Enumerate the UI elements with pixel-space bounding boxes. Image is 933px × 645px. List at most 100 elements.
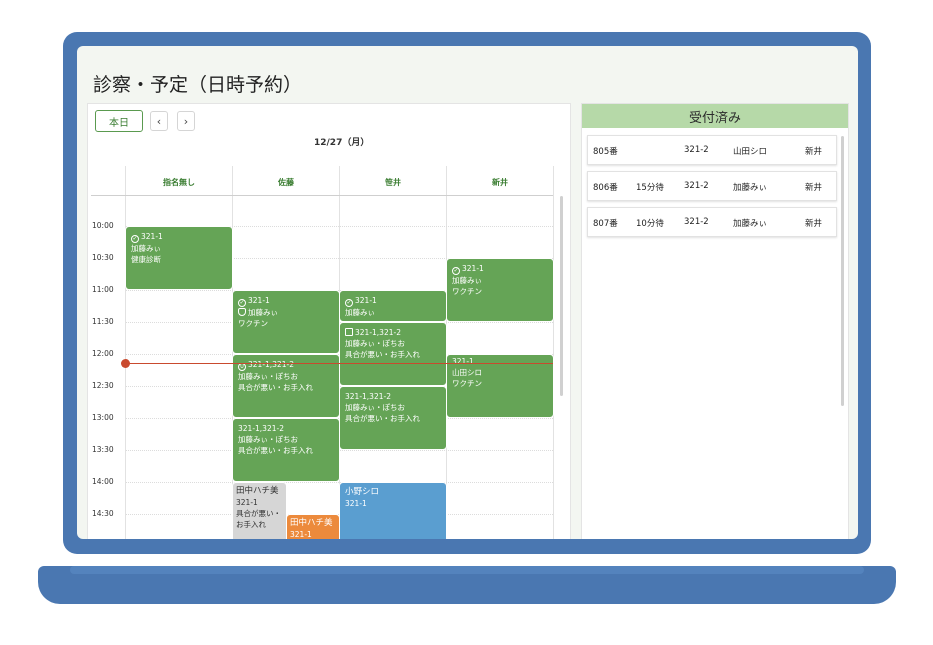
check-circle-icon: ✓ <box>345 299 353 307</box>
check-circle-icon: ✓ <box>131 235 139 243</box>
time-label: 11:30 <box>92 317 114 326</box>
time-label: 10:00 <box>92 221 114 230</box>
patient-id: 321-2 <box>684 145 709 155</box>
column-header-sato[interactable]: 佐藤 <box>233 169 339 195</box>
event-line: 具合が悪い・お手入れ <box>238 446 313 455</box>
reception-header: 受付済み <box>582 104 848 128</box>
event-line: 小野シロ <box>345 487 380 497</box>
time-label: 13:00 <box>92 413 114 422</box>
doctor-name: 新井 <box>805 147 823 157</box>
event-line: ワクチン <box>452 379 482 388</box>
event-line: 具合が悪い・お手入れ <box>345 414 420 423</box>
event-line: 321-1 <box>355 296 377 305</box>
patient-name: 加藤みぃ <box>733 219 768 229</box>
column-header-unassigned[interactable]: 指名無し <box>126 169 232 195</box>
time-label: 12:30 <box>92 381 114 390</box>
appointment-card[interactable]: ✓ 321-1 加藤みぃ 健康診断 <box>125 226 233 290</box>
page-title: 診察・予定（日時予約） <box>93 74 303 96</box>
event-line: 321-1,321-2 <box>248 360 294 369</box>
window-dots: · · · <box>98 46 119 51</box>
event-line: 321-1 <box>236 498 258 507</box>
next-day-button[interactable]: › <box>177 111 195 131</box>
event-line: 321-1 <box>452 357 474 366</box>
reception-scrollbar[interactable] <box>841 136 844 406</box>
column-divider <box>125 166 126 539</box>
queue-number: 806番 <box>593 183 618 193</box>
event-line: 321-1,321-2 <box>238 424 284 433</box>
calendar-scrollbar[interactable] <box>560 196 563 396</box>
app-screen: · · · 診察・予定（日時予約） 本日 ‹ › 12/27（月） 指名無し 佐… <box>77 46 858 539</box>
appointment-card[interactable]: ✓ 321-1 加藤みぃ ワクチン <box>232 290 340 354</box>
appointment-card[interactable]: 小野シロ 321-1 <box>339 482 447 539</box>
event-line: 加藤みぃ・ぽちお <box>238 372 298 381</box>
wait-time: 10分待 <box>636 219 664 229</box>
event-line: ワクチン <box>452 287 482 296</box>
event-line: 加藤みぃ <box>131 244 161 253</box>
appointment-card[interactable]: 田中ハチ美 321-1 <box>286 514 340 539</box>
check-circle-icon: ✓ <box>452 267 460 275</box>
event-line: 健康診断 <box>131 255 161 264</box>
appointment-card[interactable]: ✓ 321-1 加藤みぃ ワクチン <box>446 258 554 322</box>
event-line: 321-1 <box>141 232 163 241</box>
event-line: 加藤みぃ・ぽちお <box>345 403 405 412</box>
event-line: 山田シロ <box>452 368 482 377</box>
time-label: 13:30 <box>92 445 114 454</box>
appointment-card[interactable]: 田中ハチ美 321-1 具合が悪い・ お手入れ <box>232 482 287 539</box>
time-label: 10:30 <box>92 253 114 262</box>
column-header-sasai[interactable]: 笹井 <box>340 169 446 195</box>
header-divider <box>91 195 553 196</box>
time-label: 11:00 <box>92 285 114 294</box>
event-line: 加藤みぃ・ぽちお <box>238 435 298 444</box>
column-header-arai[interactable]: 新井 <box>447 169 553 195</box>
prev-day-button[interactable]: ‹ <box>150 111 168 131</box>
event-line: 321-1,321-2 <box>355 328 401 337</box>
time-label: 14:00 <box>92 477 114 486</box>
reception-row[interactable]: 806番 15分待 321-2 加藤みぃ 新井 <box>587 171 837 201</box>
queue-number: 807番 <box>593 219 618 229</box>
event-line: 具合が悪い・お手入れ <box>345 350 420 359</box>
event-line: 321-1 <box>290 530 312 539</box>
event-line: 田中ハチ美 <box>236 486 279 496</box>
patient-name: 山田シロ <box>733 147 768 157</box>
event-line: 具合が悪い・ <box>236 509 281 518</box>
event-line: 具合が悪い・お手入れ <box>238 383 313 392</box>
event-line: 321-1 <box>345 499 367 508</box>
check-circle-icon: ✓ <box>238 299 246 307</box>
appointment-card[interactable]: ✓ 321-1 加藤みぃ <box>339 290 447 322</box>
appointment-card[interactable]: 321-1,321-2 加藤みぃ・ぽちお 具合が悪い・お手入れ <box>339 322 447 386</box>
calendar-panel: 本日 ‹ › 12/27（月） 指名無し 佐藤 笹井 新井 10:00 10:3… <box>87 103 571 539</box>
wait-time: 15分待 <box>636 183 664 193</box>
patient-id: 321-2 <box>684 181 709 191</box>
reception-row[interactable]: 807番 10分待 321-2 加藤みぃ 新井 <box>587 207 837 237</box>
event-line: 加藤みぃ <box>345 308 375 317</box>
today-button[interactable]: 本日 <box>95 110 143 132</box>
appointment-card[interactable]: 321-1,321-2 加藤みぃ・ぽちお 具合が悪い・お手入れ <box>232 418 340 482</box>
bed-icon <box>345 328 353 336</box>
event-line: 加藤みぃ <box>452 276 482 285</box>
laptop-base-highlight <box>70 566 864 574</box>
event-line: お手入れ <box>236 520 266 529</box>
doctor-name: 新井 <box>805 183 823 193</box>
column-divider <box>553 166 554 539</box>
current-time-line <box>126 363 553 364</box>
reception-row[interactable]: 805番 321-2 山田シロ 新井 <box>587 135 837 165</box>
event-line: ワクチン <box>238 319 268 328</box>
event-line: 321-1,321-2 <box>345 392 391 401</box>
current-time-dot <box>121 359 130 368</box>
queue-number: 805番 <box>593 147 618 157</box>
event-line: 321-1 <box>462 264 484 273</box>
patient-id: 321-2 <box>684 217 709 227</box>
appointment-card[interactable]: 321-1,321-2 加藤みぃ・ぽちお 具合が悪い・お手入れ <box>339 386 447 450</box>
event-line: 田中ハチ美 <box>290 518 333 528</box>
stethoscope-icon: ∪ <box>238 363 246 371</box>
shield-icon <box>238 308 246 316</box>
event-line: 加藤みぃ・ぽちお <box>345 339 405 348</box>
time-label: 14:30 <box>92 509 114 518</box>
event-line: 加藤みぃ <box>248 308 278 317</box>
current-date: 12/27（月） <box>314 138 370 148</box>
doctor-name: 新井 <box>805 219 823 229</box>
patient-name: 加藤みぃ <box>733 183 768 193</box>
reception-panel: 受付済み 805番 321-2 山田シロ 新井 806番 15分待 321-2 … <box>581 103 849 539</box>
event-line: 321-1 <box>248 296 270 305</box>
time-label: 12:00 <box>92 349 114 358</box>
